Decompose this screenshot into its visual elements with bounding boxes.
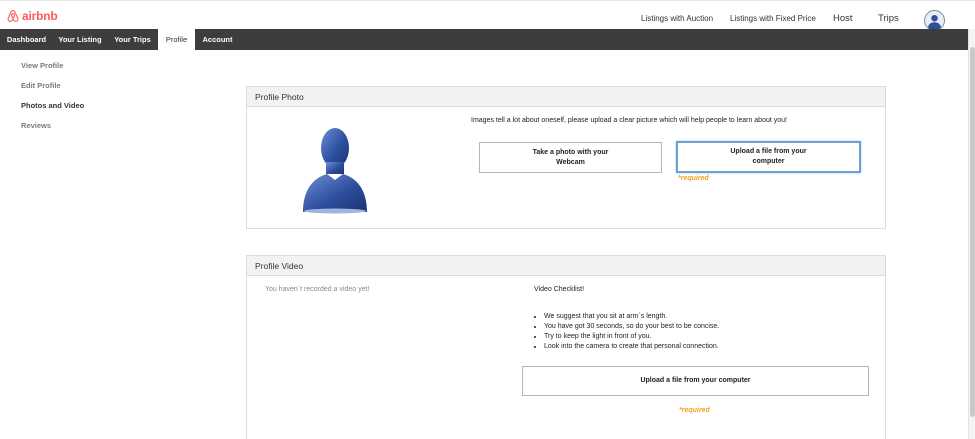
tab-profile[interactable]: Profile	[158, 29, 195, 50]
tab-account[interactable]: Account	[195, 29, 240, 50]
user-avatar-icon	[927, 14, 942, 30]
checklist-item: You have got 30 seconds, so do your best…	[544, 322, 719, 332]
top-header: airbnb Listings with Auction Listings wi…	[0, 0, 975, 31]
profile-video-title: Profile Video	[247, 256, 885, 276]
upload-photo-button[interactable]: Upload a file from your computer	[676, 141, 861, 173]
video-checklist-title: Video Checklist!	[534, 286, 585, 293]
checklist-item: Try to keep the light in front of you.	[544, 332, 719, 342]
tab-your-trips[interactable]: Your Trips	[107, 29, 158, 50]
sidebar-item-reviews[interactable]: Reviews	[21, 121, 51, 130]
user-avatar[interactable]	[924, 10, 945, 31]
nav-host[interactable]: Host	[833, 13, 853, 24]
profile-photo-title: Profile Photo	[247, 87, 885, 107]
tab-dashboard[interactable]: Dashboard	[0, 29, 53, 50]
sidebar-item-view-profile[interactable]: View Profile	[21, 61, 63, 70]
sidebar-item-photos-and-video[interactable]: Photos and Video	[21, 101, 84, 110]
video-required-label: *required	[679, 407, 710, 414]
profile-video-panel: Profile Video You haven`t recorded a vid…	[246, 255, 886, 439]
airbnb-logo[interactable]: airbnb	[7, 9, 58, 23]
scrollbar-thumb[interactable]	[970, 47, 975, 417]
video-checklist: We suggest that you sit at arm`s length.…	[534, 312, 719, 352]
airbnb-logo-icon	[7, 10, 19, 22]
tab-your-listing[interactable]: Your Listing	[53, 29, 107, 50]
checklist-item: We suggest that you sit at arm`s length.	[544, 312, 719, 322]
nav-listings-fixed-price[interactable]: Listings with Fixed Price	[730, 14, 816, 23]
brand-name: airbnb	[22, 9, 58, 23]
profile-silhouette-icon	[303, 128, 367, 214]
photo-required-label: *required	[678, 175, 709, 182]
profile-photo-panel: Profile Photo Images tell a lot about on…	[246, 86, 886, 229]
no-video-text: You haven`t recorded a video yet!	[265, 286, 370, 293]
webcam-photo-button[interactable]: Take a photo with your Webcam	[479, 142, 662, 173]
photo-intro-text: Images tell a lot about oneself, please …	[471, 117, 787, 124]
nav-trips[interactable]: Trips	[878, 13, 899, 24]
page-scrollbar[interactable]	[968, 29, 975, 439]
main-navbar: Dashboard Your Listing Your Trips Profil…	[0, 29, 968, 50]
nav-listings-auction[interactable]: Listings with Auction	[641, 14, 713, 23]
checklist-item: Look into the camera to create that pers…	[544, 342, 719, 352]
upload-video-button[interactable]: Upload a file from your computer	[522, 366, 869, 396]
sidebar-item-edit-profile[interactable]: Edit Profile	[21, 81, 61, 90]
